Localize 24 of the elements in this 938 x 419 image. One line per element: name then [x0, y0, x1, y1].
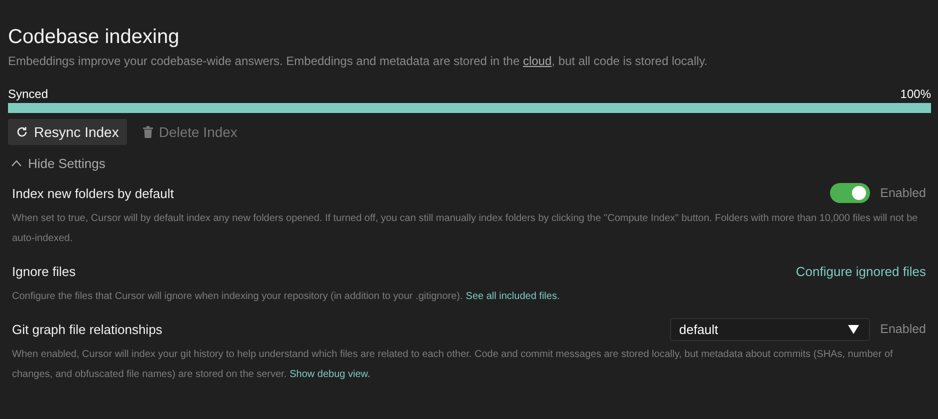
page-description: Embeddings improve your codebase-wide answers. Embeddings and metadata are stored in the cloud, but all code is stored locally.	[8, 54, 709, 68]
status-label: Enabled	[880, 186, 926, 200]
setting-label: Git graph file relationships	[12, 322, 162, 336]
setting-description: Configure the files that Cursor will ignore when indexing your repository (in addition to your .gitignore). See all included files.	[12, 290, 561, 304]
description-link[interactable]: Show debug view.	[290, 369, 370, 380]
setting-label: Index new folders by default	[12, 186, 174, 200]
dropdown-arrow-icon	[848, 324, 860, 334]
dropdown[interactable]: default	[670, 318, 870, 340]
sync-status: Synced	[8, 87, 48, 101]
cloud-link[interactable]: cloud	[522, 54, 552, 68]
trash-icon	[142, 126, 153, 138]
setting-label: Ignore files	[12, 264, 76, 278]
refresh-icon	[16, 126, 28, 138]
toggle-switch[interactable]	[830, 183, 870, 203]
index-button[interactable]: Resync Index	[8, 119, 127, 145]
setting-description: When enabled, Cursor will index your git history to help understand which files are related to each other. Code and commit messages are stored locally, but metadata about commits (SHAs, number of changes, and obfuscated file names) are stored on the server. Show debug view.	[12, 348, 894, 382]
chevron-icon	[11, 160, 22, 167]
sync-percent: 100%	[900, 87, 931, 101]
page-title: Codebase indexing	[8, 26, 180, 49]
status-label: Enabled	[880, 322, 926, 336]
description-link[interactable]: See all included files.	[466, 291, 560, 302]
configure-link[interactable]: Configure ignored files	[796, 264, 926, 278]
settings-toggle[interactable]: Hide Settings	[8, 156, 106, 171]
setting-description: When set to true, Cursor will by default index any new folders opened. If turned off, you can still manually index folders by clicking the "Compute Index" button. Folders with more than 10,000 files will not be auto-indexed.	[12, 212, 919, 246]
